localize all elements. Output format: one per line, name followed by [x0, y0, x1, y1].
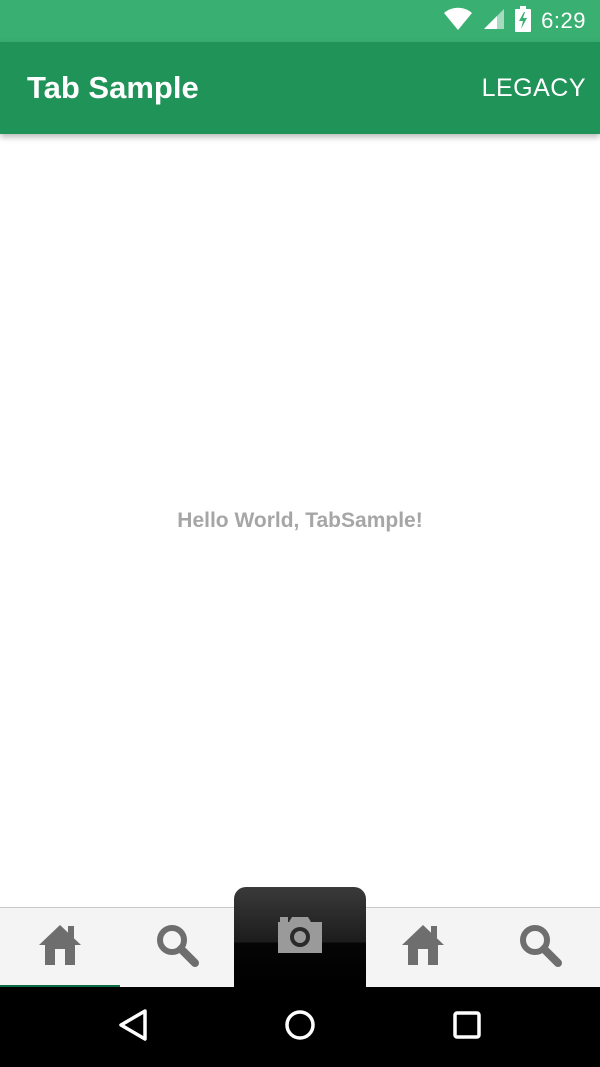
- main-content: Hello World, TabSample!: [0, 134, 600, 907]
- wifi-icon: [443, 7, 473, 36]
- recents-icon: [452, 1010, 482, 1045]
- tab-home-1[interactable]: [0, 908, 120, 988]
- nav-home-button[interactable]: [260, 987, 340, 1067]
- nav-back-button[interactable]: [93, 987, 173, 1067]
- app-bar: Tab Sample LEGACY: [0, 42, 600, 134]
- legacy-button[interactable]: LEGACY: [482, 42, 586, 134]
- home-icon: [401, 924, 445, 971]
- camera-icon: [276, 915, 324, 960]
- screen: 6:29 Tab Sample LEGACY Hello World, TabS…: [0, 0, 600, 1067]
- home-icon: [38, 924, 82, 971]
- tab-search-2[interactable]: [480, 908, 600, 987]
- nav-recents-button[interactable]: [427, 987, 507, 1067]
- tab-camera[interactable]: [234, 887, 366, 987]
- tab-home-2[interactable]: [366, 908, 480, 987]
- status-icons: 6:29: [443, 0, 586, 42]
- cell-signal-icon: [483, 8, 505, 35]
- back-icon: [117, 1008, 149, 1047]
- hello-message: Hello World, TabSample!: [177, 509, 423, 532]
- app-title: Tab Sample: [27, 70, 199, 105]
- search-icon: [518, 923, 562, 972]
- tab-search-1[interactable]: [120, 908, 234, 987]
- status-bar: 6:29: [0, 0, 600, 42]
- home-circle-icon: [283, 1008, 317, 1047]
- status-time: 6:29: [541, 8, 586, 33]
- search-icon: [155, 923, 199, 972]
- battery-icon: [515, 5, 532, 37]
- navigation-bar: [0, 987, 600, 1067]
